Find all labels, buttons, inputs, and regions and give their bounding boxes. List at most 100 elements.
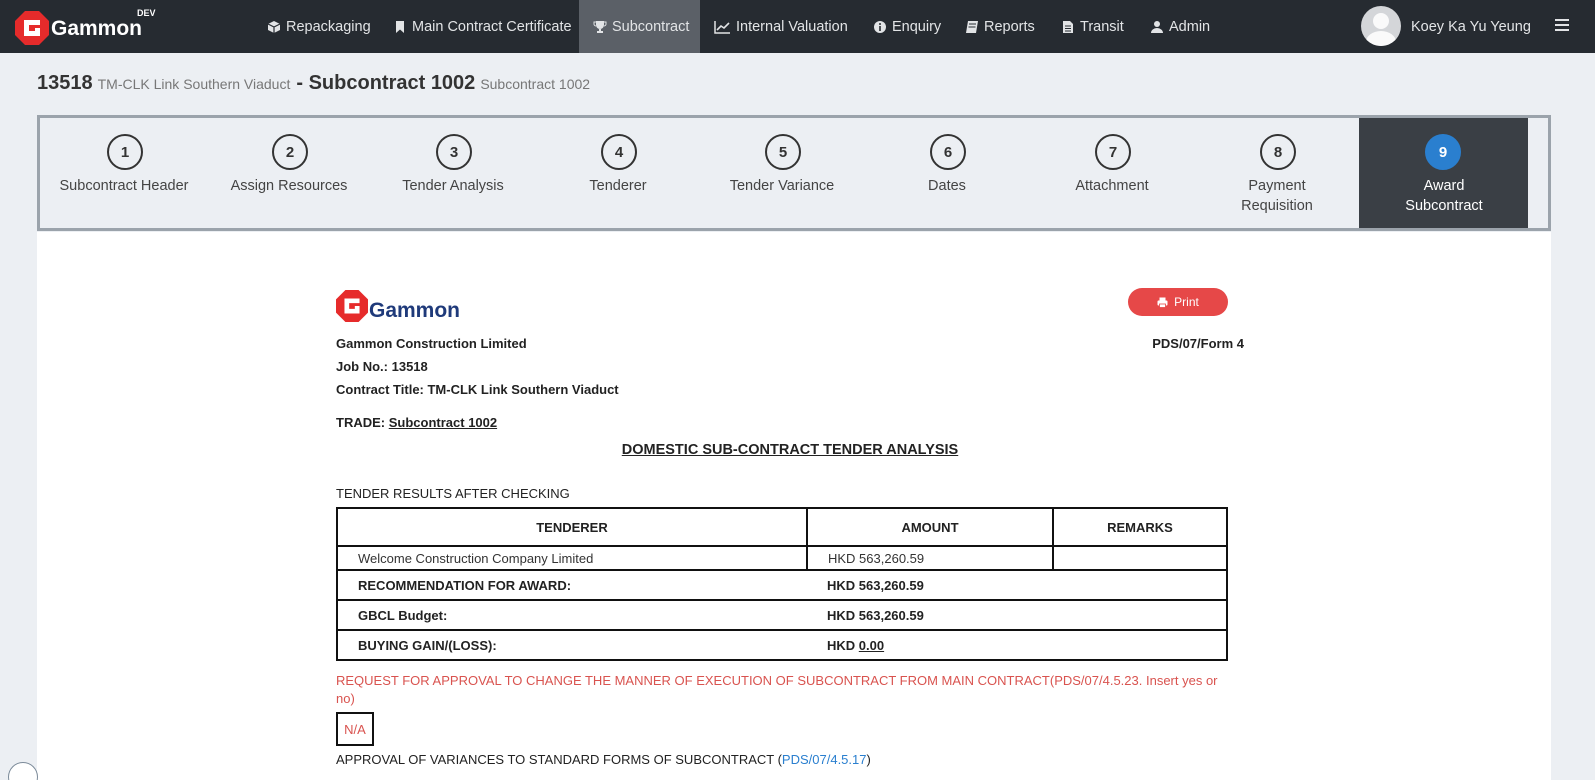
brand-name: Gammon [51, 17, 143, 40]
step-award-subcontract[interactable]: 9 Award Subcontract [1359, 118, 1528, 228]
step-label: Payment Requisition [1241, 178, 1313, 214]
job-line: Job No.: 13518 [336, 359, 428, 374]
nav-label: Transit [1080, 18, 1124, 35]
nav-main-contract-certificate[interactable]: Main Contract Certificate [393, 0, 572, 53]
request-approval-value[interactable]: N/A [336, 712, 374, 746]
step-number: 9 [1425, 134, 1461, 170]
nav-label: Enquiry [892, 18, 942, 35]
approval-text: APPROVAL OF VARIANCES TO STANDARD FORMS … [336, 752, 782, 767]
recommendation-amount: HKD 563,260.59 [807, 569, 1228, 601]
trade-value: Subcontract 1002 [388, 415, 498, 430]
step-number: 6 [930, 134, 966, 170]
table-row: Welcome Construction Company Limited HKD… [336, 545, 1228, 571]
avatar[interactable] [1361, 6, 1401, 46]
step-number: 5 [765, 134, 801, 170]
scroll-to-top-button[interactable] [8, 762, 38, 780]
trade-label: TRADE: [336, 415, 386, 430]
buying-gain-label: BUYING GAIN/(LOSS): [336, 629, 807, 661]
breadcrumb: 13518 TM-CLK Link Southern Viaduct - Sub… [37, 72, 590, 95]
step-attachment[interactable]: 7 Attachment [1029, 118, 1195, 228]
budget-label: GBCL Budget: [336, 599, 807, 631]
nav-label: Repackaging [286, 18, 371, 35]
nav-subcontract[interactable]: Subcontract [579, 0, 700, 53]
budget-row: GBCL Budget: HKD 563,260.59 [336, 599, 1228, 631]
file-icon [1063, 20, 1073, 33]
trade-line: TRADE: Subcontract 1002 [336, 415, 497, 430]
approval-close: ) [866, 752, 871, 767]
gammon-logo-icon [15, 11, 49, 45]
trophy-icon [593, 20, 607, 33]
step-number: 1 [107, 134, 143, 170]
form-heading: DOMESTIC SUB-CONTRACT TENDER ANALYSIS [621, 442, 959, 458]
step-dates[interactable]: 6 Dates [864, 118, 1030, 228]
doc-logo-name: Gammon [369, 299, 461, 322]
nav-reports[interactable]: Reports [965, 0, 1035, 53]
step-label: Award Subcontract [1405, 178, 1483, 214]
book-icon [966, 20, 978, 33]
nav-enquiry[interactable]: Enquiry [873, 0, 941, 53]
step-tenderer[interactable]: 4 Tenderer [535, 118, 701, 228]
step-number: 4 [601, 134, 637, 170]
request-approval-text: REQUEST FOR APPROVAL TO CHANGE THE MANNE… [336, 673, 1218, 706]
step-number: 7 [1095, 134, 1131, 170]
approval-variances-line: APPROVAL OF VARIANCES TO STANDARD FORMS … [336, 752, 871, 767]
buying-gain-row: BUYING GAIN/(LOSS): HKD 0.00 [336, 629, 1228, 661]
budget-amount: HKD 563,260.59 [807, 599, 1228, 631]
print-label: Print [1174, 295, 1199, 309]
wizard-steps: 1 Subcontract Header 2 Assign Resources … [37, 115, 1551, 231]
step-tender-analysis[interactable]: 3 Tender Analysis [370, 118, 536, 228]
tender-results-table: TENDERER AMOUNT REMARKS Welcome Construc… [336, 507, 1228, 661]
job-number: 13518 [37, 72, 93, 94]
step-number: 2 [272, 134, 308, 170]
col-header-tenderer: TENDERER [336, 507, 808, 547]
menu-icon[interactable] [1555, 18, 1571, 32]
step-label: Dates [928, 178, 966, 194]
contract-title-line: Contract Title: TM-CLK Link Southern Via… [336, 382, 619, 397]
nav-label: Admin [1169, 18, 1211, 35]
form-id: PDS/07/Form 4 [1152, 336, 1244, 351]
step-assign-resources[interactable]: 2 Assign Resources [206, 118, 372, 228]
subcontract-title: - Subcontract 1002 [296, 72, 476, 94]
line-chart-icon [714, 20, 730, 34]
col-header-amount: AMOUNT [806, 507, 1054, 547]
nav-admin[interactable]: Admin [1150, 0, 1210, 53]
step-number: 3 [436, 134, 472, 170]
remarks-cell [1052, 545, 1228, 571]
user-name[interactable]: Koey Ka Yu Yeung [1411, 0, 1531, 53]
cube-icon [267, 20, 281, 33]
approval-link[interactable]: PDS/07/4.5.17 [782, 752, 867, 767]
env-badge: DEV [137, 8, 156, 18]
table-header-row: TENDERER AMOUNT REMARKS [336, 507, 1228, 547]
col-header-remarks: REMARKS [1052, 507, 1228, 547]
info-circle-icon [874, 20, 886, 33]
nav-internal-valuation[interactable]: Internal Valuation [714, 0, 848, 53]
nav-label: Reports [984, 18, 1035, 35]
nav-label: Main Contract Certificate [412, 18, 572, 35]
tenderer-cell: Welcome Construction Company Limited [336, 545, 808, 571]
nav-repackaging[interactable]: Repackaging [267, 0, 371, 53]
print-button[interactable]: Print [1128, 288, 1228, 316]
step-payment-requisition[interactable]: 8 Payment Requisition [1194, 118, 1360, 228]
results-label: TENDER RESULTS AFTER CHECKING [336, 486, 570, 501]
company-name: Gammon Construction Limited [336, 336, 527, 351]
nav-transit[interactable]: Transit [1061, 0, 1124, 53]
recommendation-label: RECOMMENDATION FOR AWARD: [336, 569, 807, 601]
step-tender-variance[interactable]: 5 Tender Variance [699, 118, 865, 228]
step-label: Tenderer [589, 178, 647, 194]
gain-value: 0.00 [858, 637, 885, 653]
step-label: Subcontract Header [59, 178, 189, 194]
nav-label: Subcontract [612, 18, 690, 35]
step-number: 8 [1260, 134, 1296, 170]
step-subcontract-header[interactable]: 1 Subcontract Header [41, 118, 207, 228]
gammon-logo-icon [336, 290, 368, 322]
step-label: Attachment [1075, 178, 1149, 194]
step-label: Tender Analysis [402, 178, 504, 194]
step-label: Tender Variance [729, 178, 835, 194]
step-label: Assign Resources [230, 178, 348, 194]
user-icon [1151, 20, 1163, 33]
amount-cell: HKD 563,260.59 [806, 545, 1054, 571]
top-navbar: Gammon DEV Repackaging Main Contract Cer… [0, 0, 1595, 53]
gain-currency: HKD [827, 637, 856, 653]
bookmark-icon [396, 20, 404, 33]
brand[interactable]: Gammon [15, 9, 142, 45]
